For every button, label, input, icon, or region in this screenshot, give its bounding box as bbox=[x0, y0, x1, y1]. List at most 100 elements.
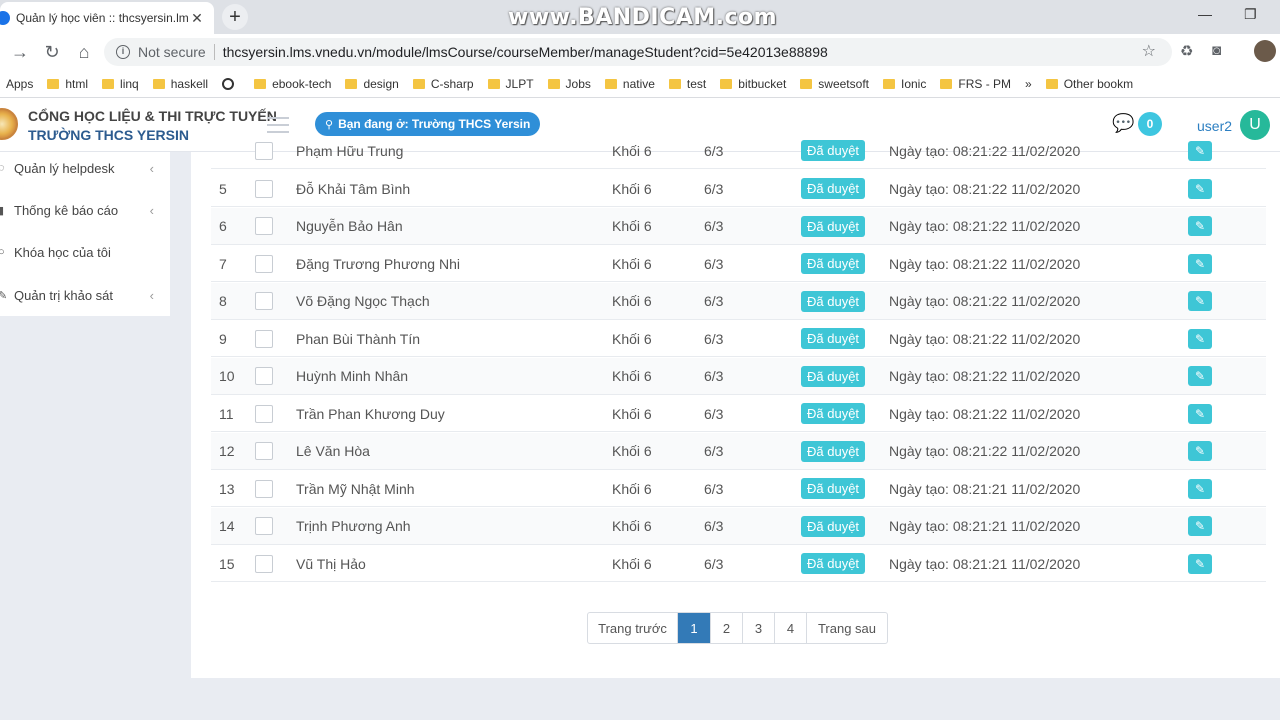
created-date: Ngày tạo: 08:21:22 11/02/2020 bbox=[889, 293, 1081, 309]
bookmark-label: bitbucket bbox=[738, 76, 787, 91]
bookmark-folder[interactable]: Jobs bbox=[547, 77, 591, 91]
bookmark-folder[interactable]: haskell bbox=[152, 76, 209, 91]
bookmark-folder[interactable]: Ionic bbox=[883, 77, 926, 91]
row-checkbox[interactable] bbox=[255, 395, 273, 432]
bookmark-folder[interactable]: native bbox=[604, 77, 655, 91]
status-badge: Đã duyệt bbox=[801, 545, 866, 582]
edit-icon: ✎ bbox=[1188, 140, 1212, 161]
browser-tab[interactable]: Quản lý học viên :: thcsyersin.lms ✕ bbox=[0, 2, 214, 34]
url-text[interactable]: thcsyersin.lms.vnedu.vn/module/lmsCourse… bbox=[223, 44, 828, 60]
row-checkbox[interactable] bbox=[255, 508, 273, 545]
edit-icon: ✎ bbox=[1188, 516, 1212, 536]
row-checkbox[interactable] bbox=[255, 245, 273, 282]
prev-page-button[interactable]: Trang trước bbox=[588, 613, 678, 643]
page-3-button[interactable]: 3 bbox=[743, 613, 775, 643]
table-row: 8 Võ Đặng Ngọc Thạch Khối 6 6/3 Đã duyệt Ngày… bbox=[211, 282, 1266, 320]
map-pin-icon: ⚲ bbox=[325, 118, 334, 131]
row-checkbox[interactable] bbox=[255, 545, 273, 582]
sidebar-item-label: Thống kê báo cáo bbox=[14, 202, 119, 218]
bookmark-folder[interactable]: test bbox=[668, 77, 706, 91]
bookmark-folder[interactable]: linq bbox=[102, 77, 139, 91]
page-4-button[interactable]: 4 bbox=[775, 613, 807, 643]
extension-recycle-icon[interactable]: ♻ bbox=[1180, 42, 1193, 60]
row-checkbox[interactable] bbox=[255, 320, 273, 357]
bookmark-globe[interactable] bbox=[222, 77, 240, 90]
student-name: Trịnh Phương Anh bbox=[296, 518, 411, 534]
edit-icon: ✎ bbox=[1188, 478, 1212, 499]
bookmark-apps[interactable]: Apps bbox=[6, 77, 33, 91]
bookmark-folder[interactable]: FRS - PM bbox=[940, 77, 1011, 91]
bookmark-folder[interactable]: sweetsoft bbox=[800, 77, 869, 91]
student-class: 6/3 bbox=[704, 293, 724, 309]
edit-button[interactable]: ✎ bbox=[1188, 508, 1212, 545]
student-name: Vũ Thị Hảo bbox=[296, 555, 366, 572]
status-badge: Đã duyệt bbox=[801, 358, 866, 395]
edit-button[interactable]: ✎ bbox=[1188, 170, 1212, 207]
bookmark-folder[interactable]: ebook-tech bbox=[254, 77, 331, 91]
sidebar-item-helpdesk[interactable]: ◌ Quản lý helpdesk ‹ bbox=[0, 148, 170, 188]
edit-button[interactable]: ✎ bbox=[1188, 395, 1212, 432]
row-checkbox[interactable] bbox=[255, 208, 273, 245]
bookmark-folder[interactable]: C-sharp bbox=[412, 77, 474, 91]
bookmark-label: Other bookm bbox=[1063, 76, 1134, 91]
student-class: 6/3 bbox=[704, 218, 724, 234]
home-icon[interactable]: ⌂ bbox=[72, 40, 96, 64]
edit-button[interactable]: ✎ bbox=[1188, 470, 1212, 507]
row-checkbox[interactable] bbox=[255, 470, 273, 507]
page-2-button[interactable]: 2 bbox=[711, 613, 743, 643]
address-bar[interactable]: i Not secure thcsyersin.lms.vnedu.vn/mod… bbox=[104, 38, 1172, 66]
bookmark-folder[interactable]: JLPT bbox=[487, 77, 534, 91]
student-grade: Khối 6 bbox=[612, 518, 652, 534]
sidebar-item-label: Quản trị khảo sát bbox=[14, 287, 113, 303]
next-page-button[interactable]: Trang sau bbox=[807, 613, 887, 643]
other-bookmarks[interactable]: Other bookm bbox=[1045, 76, 1134, 91]
edit-button[interactable]: ✎ bbox=[1188, 433, 1212, 470]
menu-toggle-icon[interactable] bbox=[267, 117, 289, 133]
bookmark-folder[interactable]: bitbucket bbox=[720, 77, 786, 91]
row-checkbox[interactable] bbox=[255, 283, 273, 320]
edit-button[interactable]: ✎ bbox=[1188, 245, 1212, 282]
edit-button[interactable]: ✎ bbox=[1188, 283, 1212, 320]
edit-icon: ✎ bbox=[1188, 291, 1212, 311]
row-checkbox[interactable] bbox=[255, 358, 273, 395]
back-icon[interactable]: → bbox=[8, 40, 32, 64]
reload-icon[interactable]: ↻ bbox=[40, 40, 64, 64]
row-checkbox[interactable] bbox=[255, 170, 273, 207]
folder-icon bbox=[102, 78, 115, 89]
bookmark-label: FRS - PM bbox=[958, 76, 1012, 91]
table-row: 6 Nguyễn Bảo Hân Khối 6 6/3 Đã duyệt Ngày tạo… bbox=[211, 207, 1266, 245]
site-favicon-icon bbox=[0, 11, 10, 25]
tab-close-icon[interactable]: ✕ bbox=[188, 10, 206, 27]
not-secure-label: Not secure bbox=[138, 44, 206, 60]
info-icon[interactable]: i bbox=[116, 45, 130, 59]
edit-button[interactable]: ✎ bbox=[1188, 208, 1212, 245]
bookmark-folder[interactable]: html bbox=[47, 77, 88, 91]
edit-button[interactable]: ✎ bbox=[1188, 545, 1212, 582]
row-checkbox[interactable] bbox=[255, 132, 273, 169]
browser-profile-avatar[interactable] bbox=[1254, 40, 1276, 62]
edit-icon: ✎ bbox=[1188, 441, 1212, 461]
recording-watermark: www.BANDICAM.com bbox=[508, 5, 778, 30]
page-1-button[interactable]: 1 bbox=[678, 613, 711, 643]
bookmark-label: haskell bbox=[170, 76, 209, 91]
school-logo[interactable] bbox=[0, 108, 18, 140]
chat-icon[interactable]: 💬 bbox=[1112, 113, 1134, 134]
sidebar-item-surveys[interactable]: ✎ Quản trị khảo sát ‹ bbox=[0, 275, 170, 315]
student-class: 6/3 bbox=[704, 368, 724, 384]
bookmark-star-icon[interactable]: ☆ bbox=[1142, 41, 1156, 61]
sidebar-item-reports[interactable]: ▮ Thống kê báo cáo ‹ bbox=[0, 190, 170, 230]
sidebar-item-my-courses[interactable]: ○ Khóa học của tôi bbox=[0, 232, 170, 272]
student-grade: Khối 6 bbox=[612, 218, 652, 234]
new-tab-button[interactable]: + bbox=[222, 4, 248, 30]
minimize-icon[interactable]: — bbox=[1198, 6, 1212, 22]
restore-icon[interactable]: ❐ bbox=[1244, 6, 1257, 23]
folder-icon bbox=[487, 78, 500, 89]
folder-icon bbox=[883, 78, 895, 89]
row-checkbox[interactable] bbox=[255, 433, 273, 470]
bookmarks-overflow-icon[interactable]: » bbox=[1025, 77, 1032, 91]
bookmark-folder[interactable]: design bbox=[345, 77, 399, 91]
edit-button[interactable]: ✎ bbox=[1188, 358, 1212, 395]
extension-camera-icon[interactable]: ◙ bbox=[1212, 42, 1221, 59]
edit-button[interactable]: ✎ bbox=[1188, 132, 1212, 169]
edit-button[interactable]: ✎ bbox=[1188, 320, 1212, 357]
